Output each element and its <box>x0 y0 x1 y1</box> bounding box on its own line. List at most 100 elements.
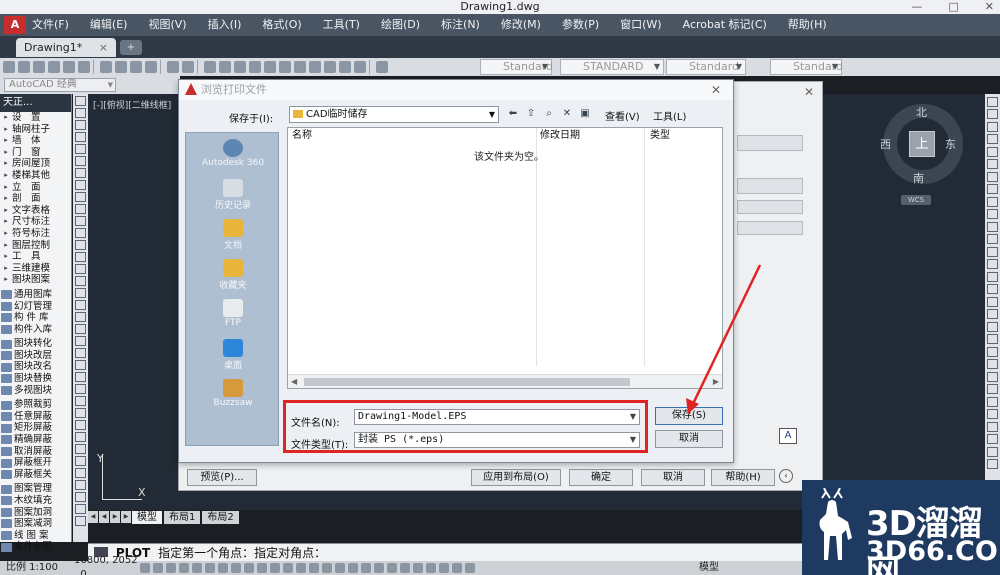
tab-model[interactable]: 模型 <box>132 510 162 524</box>
side-panel-item[interactable]: 图案管理 <box>0 483 71 495</box>
save-button[interactable]: 保存(S) <box>655 407 723 425</box>
side-panel-item[interactable]: ▸ 立 面 <box>0 182 71 194</box>
menu-insert[interactable]: 插入(I) <box>208 14 242 36</box>
menu-file[interactable]: 文件(F) <box>32 14 69 36</box>
side-panel-item[interactable]: 任意屏蔽 <box>0 411 71 423</box>
prev-tab-icon[interactable]: ◀ <box>99 511 109 523</box>
column-date[interactable]: 修改日期 <box>540 128 580 144</box>
preview-icon[interactable] <box>63 61 75 73</box>
apply-to-layout-button[interactable]: 应用到布局(O) <box>471 469 561 486</box>
scroll-right-icon[interactable]: ▶ <box>713 375 719 389</box>
compass-west[interactable]: 西 <box>880 136 891 152</box>
tools-menu[interactable]: 工具(L) <box>653 108 686 123</box>
multileader-style-select[interactable]: Standard ▼ <box>770 59 843 75</box>
zoom-previous-icon[interactable] <box>249 61 261 73</box>
selection-cycling-icon[interactable] <box>283 563 293 573</box>
column-type[interactable]: 类型 <box>650 128 670 144</box>
side-panel-item[interactable]: 精确屏蔽 <box>0 434 71 446</box>
place-autodesk-360[interactable]: Autodesk 360 <box>186 139 280 168</box>
spline-icon[interactable] <box>75 192 86 202</box>
gradient-icon[interactable] <box>75 276 86 286</box>
side-panel-item[interactable]: 图案加洞 <box>0 507 71 519</box>
tool-palettes-icon[interactable] <box>294 61 306 73</box>
design-center-icon[interactable] <box>279 61 291 73</box>
cycle-icon[interactable] <box>361 563 371 573</box>
scale-icon[interactable] <box>987 184 998 194</box>
browse-dialog-close-icon[interactable]: ✕ <box>711 80 721 100</box>
place-buzzsaw[interactable]: Buzzsaw <box>186 379 280 408</box>
collapse-options-icon[interactable]: ‹ <box>779 469 793 483</box>
customize-icon[interactable] <box>465 563 475 573</box>
side-panel-item[interactable]: ▸ 楼梯其他 <box>0 170 71 182</box>
side-panel-item[interactable]: 构 件 库 <box>0 312 71 324</box>
copy-icon[interactable] <box>115 61 127 73</box>
quick-properties-icon[interactable] <box>270 563 280 573</box>
menu-draw[interactable]: 绘图(D) <box>381 14 420 36</box>
match-properties-icon[interactable] <box>145 61 157 73</box>
look-in-select[interactable]: CAD临时储存 ▼ <box>289 106 499 123</box>
new-tab-button[interactable]: + <box>120 40 142 55</box>
view-menu[interactable]: 查看(V) <box>605 108 640 123</box>
wcs-menu[interactable]: WCS <box>901 195 931 205</box>
preview-button[interactable]: 预览(P)... <box>187 469 257 486</box>
text-style-icon[interactable] <box>376 61 388 73</box>
hatch-icon[interactable] <box>75 504 86 514</box>
compass-east[interactable]: 东 <box>945 136 956 152</box>
table-icon[interactable] <box>75 300 86 310</box>
insert-block-icon[interactable] <box>75 228 86 238</box>
insert-block-icon[interactable] <box>75 468 86 478</box>
chevron-down-icon[interactable]: ▼ <box>630 433 636 447</box>
side-panel-item[interactable]: ▸ 剖 面 <box>0 193 71 205</box>
copy-icon[interactable] <box>987 309 998 319</box>
menu-format[interactable]: 格式(O) <box>262 14 301 36</box>
side-panel-item[interactable]: 图块改层 <box>0 350 71 362</box>
place-ftp[interactable]: FTP <box>186 299 280 328</box>
compass-north[interactable]: 北 <box>916 104 927 120</box>
tab-layout2[interactable]: 布局2 <box>202 510 239 524</box>
polyline-icon[interactable] <box>75 360 86 370</box>
revision-cloud-icon[interactable] <box>75 420 86 430</box>
ellipse-arc-icon[interactable] <box>75 456 86 466</box>
revision-cloud-icon[interactable] <box>75 180 86 190</box>
compass-south[interactable]: 南 <box>913 170 924 186</box>
array-icon[interactable] <box>987 146 998 157</box>
menu-edit[interactable]: 编辑(E) <box>90 14 128 36</box>
side-panel-item[interactable]: 文件布图 <box>0 541 71 553</box>
ellipse-icon[interactable] <box>75 204 86 214</box>
tab-close-icon[interactable]: × <box>99 38 108 57</box>
rotate-icon[interactable] <box>987 371 998 382</box>
print-icon[interactable] <box>48 61 60 73</box>
make-block-icon[interactable] <box>75 240 86 250</box>
menu-acrobat[interactable]: Acrobat 标记(C) <box>683 14 767 36</box>
scale-icon[interactable] <box>987 384 998 394</box>
ortho-icon[interactable] <box>166 563 176 573</box>
fillet-icon[interactable] <box>987 271 998 282</box>
publish-icon[interactable] <box>78 61 90 73</box>
polygon-icon[interactable] <box>75 372 86 382</box>
am-icon[interactable] <box>348 563 358 573</box>
sc-icon[interactable] <box>335 563 345 573</box>
paste-icon[interactable] <box>130 61 142 73</box>
place-desktop[interactable]: 桌面 <box>186 339 280 371</box>
side-panel-item[interactable]: 取消屏蔽 <box>0 446 71 458</box>
layer-icon[interactable] <box>374 563 384 573</box>
side-panel-item[interactable]: 参照裁剪 <box>0 399 71 411</box>
line-icon[interactable] <box>75 96 86 106</box>
cut-icon[interactable] <box>100 61 112 73</box>
document-tab[interactable]: Drawing1* × <box>16 38 116 57</box>
side-panel-item[interactable]: ▸ 工 具 <box>0 251 71 263</box>
join-icon[interactable] <box>987 446 998 457</box>
scroll-left-icon[interactable]: ◀ <box>291 375 297 389</box>
move-icon[interactable] <box>987 159 998 169</box>
menu-view[interactable]: 视图(V) <box>148 14 186 36</box>
plot-dialog-close-icon[interactable]: ✕ <box>804 85 814 99</box>
side-panel-item[interactable]: 构件入库 <box>0 324 71 336</box>
side-panel-item[interactable]: ▸ 图层控制 <box>0 240 71 252</box>
hardware-icon[interactable] <box>426 563 436 573</box>
file-list[interactable]: 名称 修改日期 类型 该文件夹为空。 ◀ ▶ <box>287 127 723 389</box>
side-panel-item[interactable]: 木纹填充 <box>0 495 71 507</box>
menu-tools[interactable]: 工具(T) <box>323 14 360 36</box>
dyn-icon[interactable] <box>231 563 241 573</box>
construction-line-icon[interactable] <box>75 348 86 358</box>
side-panel-item[interactable]: 矩形屏蔽 <box>0 422 71 434</box>
